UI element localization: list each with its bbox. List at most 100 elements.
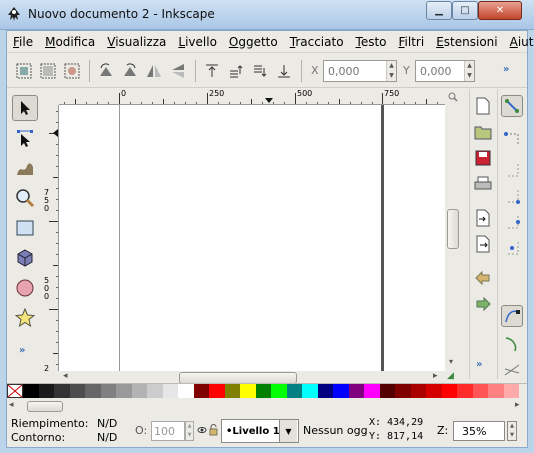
fill-value[interactable]: N/D <box>97 417 117 430</box>
flip-vertical-icon[interactable] <box>167 60 189 82</box>
color-swatch[interactable] <box>116 384 132 398</box>
snap-paths-icon[interactable] <box>501 333 523 355</box>
scroll-right-arrow-icon[interactable]: ▸ <box>433 371 438 381</box>
opacity-spinner[interactable]: ▲ ▼ <box>185 421 194 441</box>
rotate-cw-icon[interactable] <box>119 60 141 82</box>
snap-intersections-icon[interactable] <box>501 359 523 381</box>
menu-file[interactable]: File <box>7 35 39 49</box>
close-button[interactable]: ✕ <box>478 1 522 20</box>
no-paint-swatch[interactable] <box>7 384 23 398</box>
color-swatch[interactable] <box>131 384 147 398</box>
deselect-icon[interactable] <box>61 60 83 82</box>
color-swatch[interactable] <box>410 384 426 398</box>
scroll-down-arrow-icon[interactable]: ▾ <box>449 357 453 366</box>
color-swatch[interactable] <box>193 384 209 398</box>
color-swatch[interactable] <box>69 384 85 398</box>
color-swatch[interactable] <box>100 384 116 398</box>
snap-bbox-center-icon[interactable] <box>501 237 523 259</box>
resize-grip-icon[interactable]: ◢ <box>447 371 454 381</box>
color-swatch[interactable] <box>147 384 163 398</box>
snap-bbox-midpoint-icon[interactable] <box>501 211 523 233</box>
maximize-button[interactable]: □ <box>452 1 478 20</box>
color-swatch[interactable] <box>54 384 70 398</box>
rotate-ccw-icon[interactable] <box>95 60 117 82</box>
lower-to-bottom-icon[interactable] <box>273 60 295 82</box>
toolbar-overflow-button[interactable]: » <box>503 64 509 75</box>
palette-scroll-right-icon[interactable]: ▸ <box>515 400 520 410</box>
menu-filters[interactable]: Filtri <box>393 35 431 49</box>
menu-view[interactable]: Visualizza <box>101 35 172 49</box>
drawing-canvas[interactable] <box>59 105 445 371</box>
toolbox-overflow-button[interactable]: » <box>19 345 25 356</box>
color-swatch[interactable] <box>209 384 225 398</box>
node-tool-icon[interactable] <box>12 125 38 151</box>
menu-extensions[interactable]: Estensioni <box>430 35 503 49</box>
star-tool-icon[interactable] <box>12 305 38 331</box>
raise-to-top-icon[interactable] <box>201 60 223 82</box>
save-icon[interactable] <box>472 147 494 169</box>
zoom-spinner[interactable]: ▲ ▼ <box>507 421 517 441</box>
snap-toggle-icon[interactable] <box>501 95 523 117</box>
palette-scrollbar[interactable]: ◂ ▸ <box>7 400 527 414</box>
undo-icon[interactable] <box>472 267 494 289</box>
palette-scroll-thumb[interactable] <box>27 401 63 412</box>
scroll-left-arrow-icon[interactable]: ◂ <box>63 371 68 381</box>
color-swatch[interactable] <box>503 384 519 398</box>
color-swatch[interactable] <box>302 384 318 398</box>
color-swatch[interactable] <box>178 384 194 398</box>
layer-dropdown-arrow-icon[interactable]: ▼ <box>279 420 297 442</box>
layer-visibility-icon[interactable] <box>197 425 207 438</box>
menu-text[interactable]: Testo <box>350 35 393 49</box>
x-coordinate-input[interactable]: 0,000 ▲ ▼ <box>323 60 397 82</box>
lower-icon[interactable] <box>249 60 271 82</box>
commands-overflow-button[interactable]: » <box>476 359 482 370</box>
opacity-input[interactable]: 100 <box>151 421 185 441</box>
import-icon[interactable] <box>472 207 494 229</box>
menu-edit[interactable]: Modifica <box>39 35 101 49</box>
redo-icon[interactable] <box>472 293 494 315</box>
color-swatch[interactable] <box>240 384 256 398</box>
palette-scroll-left-icon[interactable]: ◂ <box>9 400 14 410</box>
select-all-icon[interactable] <box>13 60 35 82</box>
zoom-corner-icon[interactable] <box>445 89 461 105</box>
color-swatch[interactable] <box>441 384 457 398</box>
snap-nodes-icon[interactable] <box>501 305 523 327</box>
selector-tool-icon[interactable] <box>12 95 38 121</box>
color-swatch[interactable] <box>23 384 39 398</box>
color-swatch[interactable] <box>364 384 380 398</box>
zoom-input[interactable]: 35% <box>453 421 505 441</box>
color-swatch[interactable] <box>348 384 364 398</box>
color-swatch[interactable] <box>317 384 333 398</box>
menu-path[interactable]: Tracciato <box>284 35 350 49</box>
minimize-button[interactable]: ▁ <box>426 1 452 20</box>
flip-horizontal-icon[interactable] <box>143 60 165 82</box>
color-swatch[interactable] <box>85 384 101 398</box>
snap-bbox-edge-icon[interactable] <box>501 159 523 181</box>
color-swatch[interactable] <box>224 384 240 398</box>
rectangle-tool-icon[interactable] <box>12 215 38 241</box>
select-all-layers-icon[interactable] <box>37 60 59 82</box>
menu-help[interactable]: Aiuto <box>504 35 534 49</box>
vertical-scrollbar[interactable]: ▾ <box>445 105 461 371</box>
y-coordinate-input[interactable]: 0,000 ▲ ▼ <box>415 60 475 82</box>
menu-layer[interactable]: Livello <box>172 35 223 49</box>
zoom-tool-icon[interactable] <box>12 185 38 211</box>
stroke-value[interactable]: N/D <box>97 431 117 444</box>
menu-object[interactable]: Oggetto <box>223 35 284 49</box>
color-swatch[interactable] <box>255 384 271 398</box>
new-document-icon[interactable] <box>472 95 494 117</box>
color-swatch[interactable] <box>286 384 302 398</box>
ellipse-tool-icon[interactable] <box>12 275 38 301</box>
color-swatch[interactable] <box>457 384 473 398</box>
color-swatch[interactable] <box>472 384 488 398</box>
3d-box-tool-icon[interactable] <box>12 245 38 271</box>
color-swatch[interactable] <box>395 384 411 398</box>
color-swatch[interactable] <box>488 384 504 398</box>
snap-bbox-corner-icon[interactable] <box>501 185 523 207</box>
raise-icon[interactable] <box>225 60 247 82</box>
color-swatch[interactable] <box>333 384 349 398</box>
color-swatch[interactable] <box>426 384 442 398</box>
export-icon[interactable] <box>472 233 494 255</box>
print-icon[interactable] <box>472 173 494 195</box>
tweak-tool-icon[interactable] <box>12 155 38 181</box>
